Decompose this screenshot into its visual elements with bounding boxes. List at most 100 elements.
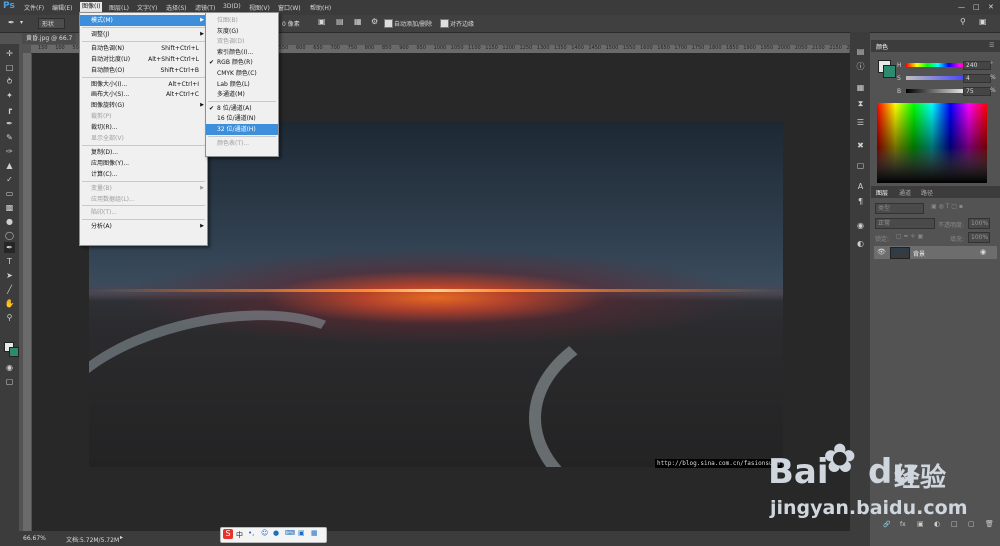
shape-tool-icon[interactable]: ╱ — [4, 284, 15, 295]
link-layers-icon[interactable]: 🔗 — [883, 521, 890, 528]
blend-mode-select[interactable]: 正常 — [875, 218, 935, 229]
skin-icon[interactable]: ▣ — [298, 529, 305, 537]
paragraph-panel-icon[interactable]: ¶ — [855, 196, 866, 207]
hand-tool-icon[interactable]: ✋ — [4, 298, 15, 309]
menu-image[interactable]: 图像(I) — [80, 2, 103, 12]
align-edges-checkbox[interactable] — [440, 19, 449, 28]
image-menu-item[interactable]: 画布大小(S)... Alt+Ctrl+C — [80, 89, 207, 100]
menu-select[interactable]: 选择(S) — [166, 3, 187, 12]
align-icon[interactable]: ▤ — [336, 17, 344, 26]
image-menu-item[interactable]: 自动对比度(U) Alt+Shift+Ctrl+L — [80, 54, 207, 65]
zoom-level[interactable]: 66.67% — [23, 535, 46, 542]
keyboard-icon[interactable]: ⌨ — [285, 529, 295, 537]
gradient-tool-icon[interactable]: ▩ — [4, 202, 15, 213]
close-icon[interactable]: ✕ — [988, 3, 994, 11]
feather-value[interactable]: 0 像素 — [282, 19, 300, 28]
tab-layers[interactable]: 图层 — [876, 188, 888, 197]
layer-name[interactable]: 背景 — [913, 249, 925, 258]
adjustment-layer-icon[interactable]: ◐ — [934, 520, 940, 528]
blur-tool-icon[interactable]: ● — [4, 216, 15, 227]
menu-window[interactable]: 窗口(W) — [278, 3, 301, 12]
history-panel-icon[interactable]: ▤ — [855, 46, 866, 57]
clone-stamp-tool-icon[interactable]: ▲ — [4, 160, 15, 171]
image-menu-item[interactable]: 裁切(R)... — [80, 122, 207, 133]
menu-file[interactable]: 文件(F) — [24, 3, 44, 12]
brightness-slider[interactable] — [906, 89, 970, 93]
tools-preset-icon[interactable]: ✖ — [855, 140, 866, 151]
add-mask-icon[interactable]: ▣ — [917, 520, 924, 528]
mode-submenu-item[interactable]: ✔ 8 位/通道(A) — [206, 103, 278, 114]
mode-submenu-item[interactable]: ✔ RGB 颜色(R) — [206, 57, 278, 68]
delete-layer-icon[interactable]: 🗑 — [985, 520, 994, 528]
gear-icon[interactable]: ⚙ — [371, 17, 378, 26]
quick-mask-icon[interactable]: ◉ — [4, 362, 15, 373]
crop-tool-icon[interactable]: ┏ — [4, 104, 15, 115]
brush-tool-icon[interactable]: ✑ — [4, 146, 15, 157]
image-menu-item[interactable]: 自动色调(N) Shift+Ctrl+L — [80, 43, 207, 54]
toolbox-icon[interactable]: ▦ — [311, 529, 318, 537]
image-menu-item[interactable]: 模式(M) ▶ — [80, 15, 207, 26]
color-spectrum[interactable] — [877, 103, 987, 183]
menu-type[interactable]: 文字(Y) — [137, 3, 157, 12]
3d-panel-icon[interactable]: ◉ — [855, 220, 866, 231]
arrange-icon[interactable]: ▦ — [354, 17, 362, 26]
mode-submenu-item[interactable]: 多通道(M) — [206, 89, 278, 100]
path-select-tool-icon[interactable]: ➤ — [4, 270, 15, 281]
info-panel-icon[interactable]: ⓘ — [855, 61, 866, 72]
hue-value[interactable]: 240 — [963, 61, 991, 70]
ime-mode-label[interactable]: 中 — [236, 530, 243, 540]
tab-channels[interactable]: 通道 — [899, 188, 911, 197]
image-menu-item[interactable]: 图像大小(I)... Alt+Ctrl+I — [80, 79, 207, 90]
pen-tool-icon[interactable]: ✒ — [4, 242, 15, 253]
history-brush-tool-icon[interactable]: ✓ — [4, 174, 15, 185]
mode-submenu-item[interactable]: 灰度(G) — [206, 26, 278, 37]
lock-icons[interactable]: □ ✒ ✛ ▣ — [896, 233, 923, 240]
image-menu-item[interactable]: 分析(A) ▶ — [80, 221, 207, 232]
punctuation-icon[interactable]: •, — [248, 529, 254, 537]
layer-filter-icons[interactable]: ▣ ◍ T □ ▪ — [931, 203, 963, 210]
menu-3d[interactable]: 3D(D) — [223, 3, 241, 10]
document-tab[interactable]: 黄昏.jpg @ 66.7 — [22, 33, 77, 44]
image-menu-item[interactable]: 复制(D)... — [80, 147, 207, 158]
background-color-swatch[interactable] — [9, 347, 19, 357]
image-menu-item[interactable]: 计算(C)... — [80, 169, 207, 180]
marquee-tool-icon[interactable]: □ — [4, 62, 15, 73]
style-select[interactable]: 形状 — [38, 18, 66, 29]
dodge-tool-icon[interactable]: ◯ — [4, 230, 15, 241]
healing-brush-tool-icon[interactable]: ✎ — [4, 132, 15, 143]
new-group-icon[interactable]: □ — [951, 520, 958, 528]
quick-select-tool-icon[interactable]: ✦ — [4, 90, 15, 101]
chevron-down-icon[interactable]: ▾ — [20, 19, 23, 26]
image-menu-item[interactable]: 自动颜色(O) Shift+Ctrl+B — [80, 65, 207, 76]
lasso-tool-icon[interactable]: ⥁ — [4, 76, 15, 87]
tab-color[interactable]: 颜色 — [876, 42, 888, 51]
pen-tool-icon[interactable]: ✒ — [8, 18, 15, 27]
layer-row[interactable]: 👁 背景 ◉ — [874, 246, 997, 259]
eye-icon[interactable]: 👁 — [877, 248, 886, 256]
new-layer-icon[interactable]: ▢ — [968, 520, 975, 528]
maximize-icon[interactable]: □ — [973, 3, 980, 11]
search-icon[interactable]: ⚲ — [960, 17, 966, 26]
menu-layer[interactable]: 图层(L) — [109, 3, 129, 12]
mode-submenu-item[interactable]: 索引颜色(I)... — [206, 47, 278, 58]
navigator-icon[interactable]: ▢ — [855, 160, 866, 171]
menu-filter[interactable]: 滤镜(T) — [195, 3, 215, 12]
mode-submenu-item[interactable]: CMYK 颜色(C) — [206, 68, 278, 79]
mode-submenu-item[interactable]: 16 位/通道(N) — [206, 113, 278, 124]
opacity-value[interactable]: 100% — [968, 218, 990, 229]
auto-add-delete-checkbox[interactable] — [384, 19, 393, 28]
hue-slider[interactable] — [906, 63, 970, 67]
type-tool-icon[interactable]: T — [4, 256, 15, 267]
sliders-panel-icon[interactable]: ☰ — [855, 117, 866, 128]
eyedropper-tool-icon[interactable]: ✒ — [4, 118, 15, 129]
voice-icon[interactable]: ● — [273, 529, 279, 537]
eraser-tool-icon[interactable]: ▭ — [4, 188, 15, 199]
table-panel-icon[interactable]: ▦ — [855, 82, 866, 93]
zoom-tool-icon[interactable]: ⚲ — [4, 312, 15, 323]
move-tool-icon[interactable]: ✛ — [4, 48, 15, 59]
mode-submenu-item[interactable]: Lab 颜色(L) — [206, 79, 278, 90]
status-arrow-icon[interactable]: ▸ — [120, 534, 123, 541]
image-menu-item[interactable]: 图像旋转(G) ▶ — [80, 100, 207, 111]
adjust-panel-icon[interactable]: ⧗ — [855, 98, 866, 109]
emoji-icon[interactable]: ☺ — [261, 529, 268, 537]
